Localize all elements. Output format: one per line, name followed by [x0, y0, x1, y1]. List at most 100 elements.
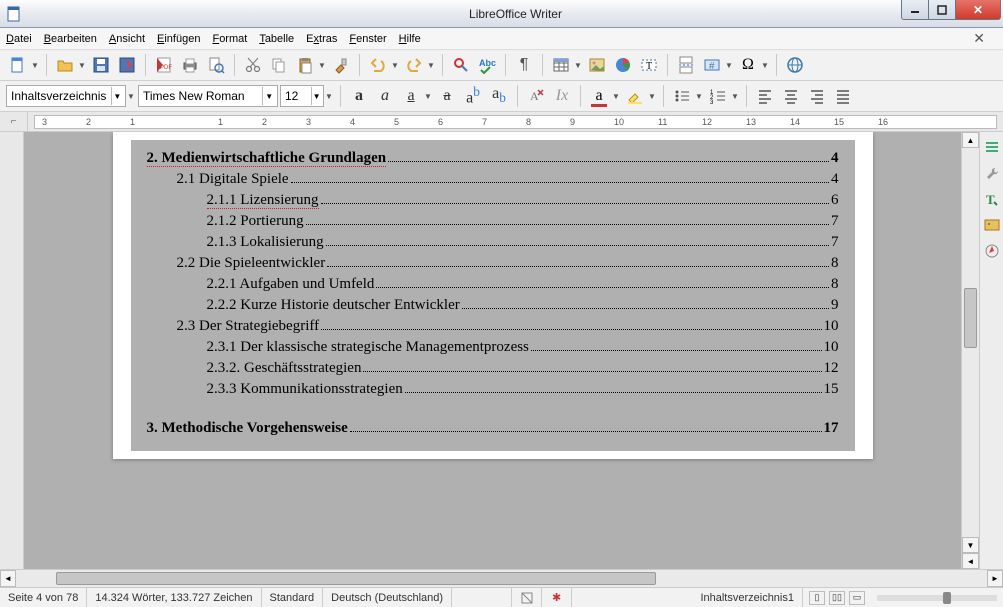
toc-entry[interactable]: 2.3.1 Der klassische strategische Manage…	[147, 339, 839, 356]
toc-entry[interactable]: 2.3.3 Kommunikationsstrategien15	[147, 381, 839, 398]
menu-bearbeiten[interactable]: Bearbeiten	[44, 33, 97, 45]
horizontal-ruler[interactable]: 32112345678910111213141516	[34, 115, 997, 129]
insert-field-button[interactable]: #	[700, 53, 724, 77]
align-right-button[interactable]	[805, 84, 829, 108]
find-replace-button[interactable]	[449, 53, 473, 77]
bold-button[interactable]: a	[347, 84, 371, 108]
toc-entry[interactable]: 2.2.1 Aufgaben und Umfeld8	[147, 276, 839, 293]
vertical-ruler[interactable]	[0, 132, 24, 569]
minimize-button[interactable]	[901, 0, 929, 20]
view-multi-page-button[interactable]: ▯▯	[829, 591, 845, 605]
status-words[interactable]: 14.324 Wörter, 133.727 Zeichen	[87, 588, 261, 607]
paragraph-style-combo[interactable]: ▼	[6, 85, 126, 107]
font-size-combo[interactable]: ▼	[280, 85, 324, 107]
insert-hyperlink-button[interactable]	[783, 53, 807, 77]
toc-entry[interactable]: 3. Methodische Vorgehensweise17	[147, 420, 839, 437]
toc-entry[interactable]: 2.1.3 Lokalisierung7	[147, 234, 839, 251]
specialchar-dropdown[interactable]: ▼	[760, 61, 770, 70]
view-single-page-button[interactable]: ▯	[809, 591, 825, 605]
status-selection-mode[interactable]	[512, 588, 542, 607]
insert-textbox-button[interactable]: T	[637, 53, 661, 77]
open-button[interactable]	[53, 53, 77, 77]
status-language[interactable]: Deutsch (Deutschland)	[323, 588, 452, 607]
spellcheck-button[interactable]: Abc	[475, 53, 499, 77]
insert-chart-button[interactable]	[611, 53, 635, 77]
style-dropdown[interactable]: ▼	[126, 92, 136, 101]
highlight-dropdown[interactable]: ▼	[647, 92, 657, 101]
paste-button[interactable]	[293, 53, 317, 77]
number-dropdown[interactable]: ▼	[730, 92, 740, 101]
status-pagestyle[interactable]: Standard	[262, 588, 324, 607]
italic-button[interactable]: a	[373, 84, 397, 108]
toc-entry[interactable]: 2.1 Digitale Spiele4	[147, 171, 839, 188]
format-paintbrush-button[interactable]	[329, 53, 353, 77]
save-button[interactable]	[89, 53, 113, 77]
toc-entry[interactable]: 2.3.2. Geschäftsstrategien12	[147, 360, 839, 377]
redo-button[interactable]	[402, 53, 426, 77]
table-of-contents[interactable]: 2. Medienwirtschaftliche Grundlagen4 2.1 …	[131, 140, 855, 451]
insert-pagebreak-button[interactable]	[674, 53, 698, 77]
paste-dropdown[interactable]: ▼	[317, 61, 327, 70]
menu-datei[interactable]: Datei	[6, 33, 32, 45]
print-button[interactable]	[178, 53, 202, 77]
close-document-button[interactable]: ✕	[973, 30, 985, 47]
zoom-slider[interactable]	[877, 595, 997, 601]
table-dropdown[interactable]: ▼	[573, 61, 583, 70]
nonprinting-chars-button[interactable]: ¶	[512, 53, 536, 77]
font-color-dropdown[interactable]: ▼	[611, 92, 621, 101]
open-dropdown[interactable]: ▼	[77, 61, 87, 70]
subscript-button[interactable]: ab	[487, 84, 511, 108]
status-modified-icon[interactable]: ✱	[542, 588, 572, 607]
number-list-button[interactable]: 123	[706, 84, 730, 108]
strikethrough-button[interactable]: a	[435, 84, 459, 108]
status-page[interactable]: Seite 4 von 78	[0, 588, 87, 607]
highlight-button[interactable]	[623, 84, 647, 108]
clear-formatting-button[interactable]: A	[524, 84, 548, 108]
insert-image-button[interactable]	[585, 53, 609, 77]
toc-entry[interactable]: 2.1.2 Portierung7	[147, 213, 839, 230]
toc-entry[interactable]: 2. Medienwirtschaftliche Grundlagen4	[147, 150, 839, 167]
undo-dropdown[interactable]: ▼	[390, 61, 400, 70]
cut-button[interactable]	[241, 53, 265, 77]
menu-format[interactable]: Format	[212, 33, 247, 45]
view-book-button[interactable]: ▭	[849, 591, 865, 605]
new-button[interactable]	[6, 53, 30, 77]
erase-button[interactable]: Ix	[550, 84, 574, 108]
toc-entry[interactable]: 2.3 Der Strategiebegriff10	[147, 318, 839, 335]
insert-specialchar-button[interactable]: Ω	[736, 53, 760, 77]
new-dropdown[interactable]: ▼	[30, 61, 40, 70]
bullet-dropdown[interactable]: ▼	[694, 92, 704, 101]
maximize-button[interactable]	[928, 0, 956, 20]
toc-entry[interactable]: 2.1.1 Lizensierung6	[147, 192, 839, 209]
navigator-icon[interactable]	[983, 242, 1001, 260]
print-preview-button[interactable]	[204, 53, 228, 77]
superscript-button[interactable]: ab	[461, 84, 485, 108]
copy-button[interactable]	[267, 53, 291, 77]
hscroll-thumb[interactable]	[56, 572, 656, 585]
menu-extras[interactable]: Extras	[306, 33, 337, 45]
font-color-button[interactable]: a	[587, 84, 611, 108]
align-justify-button[interactable]	[831, 84, 855, 108]
status-insert-mode[interactable]	[452, 588, 512, 607]
nav-collapse-button[interactable]: ◄	[962, 553, 979, 569]
underline-button[interactable]: a	[399, 84, 423, 108]
scroll-up-button[interactable]: ▲	[962, 132, 979, 148]
font-size-dropdown[interactable]: ▼	[324, 92, 334, 101]
scroll-thumb[interactable]	[964, 288, 977, 348]
vertical-scrollbar[interactable]: ▲ ▼ ◄	[961, 132, 979, 569]
menu-fenster[interactable]: Fenster	[349, 33, 386, 45]
scroll-right-button[interactable]: ►	[987, 570, 1003, 587]
field-dropdown[interactable]: ▼	[724, 61, 734, 70]
wrench-icon[interactable]	[983, 164, 1001, 182]
close-button[interactable]: ✕	[955, 0, 1001, 20]
align-left-button[interactable]	[753, 84, 777, 108]
scroll-left-button[interactable]: ◄	[0, 570, 16, 587]
insert-table-button[interactable]	[549, 53, 573, 77]
gallery-icon[interactable]	[983, 216, 1001, 234]
redo-dropdown[interactable]: ▼	[426, 61, 436, 70]
align-center-button[interactable]	[779, 84, 803, 108]
export-pdf-button[interactable]: PDF	[152, 53, 176, 77]
undo-button[interactable]	[366, 53, 390, 77]
styles-icon[interactable]: T	[983, 190, 1001, 208]
horizontal-scrollbar[interactable]: ◄ ►	[0, 569, 1003, 587]
